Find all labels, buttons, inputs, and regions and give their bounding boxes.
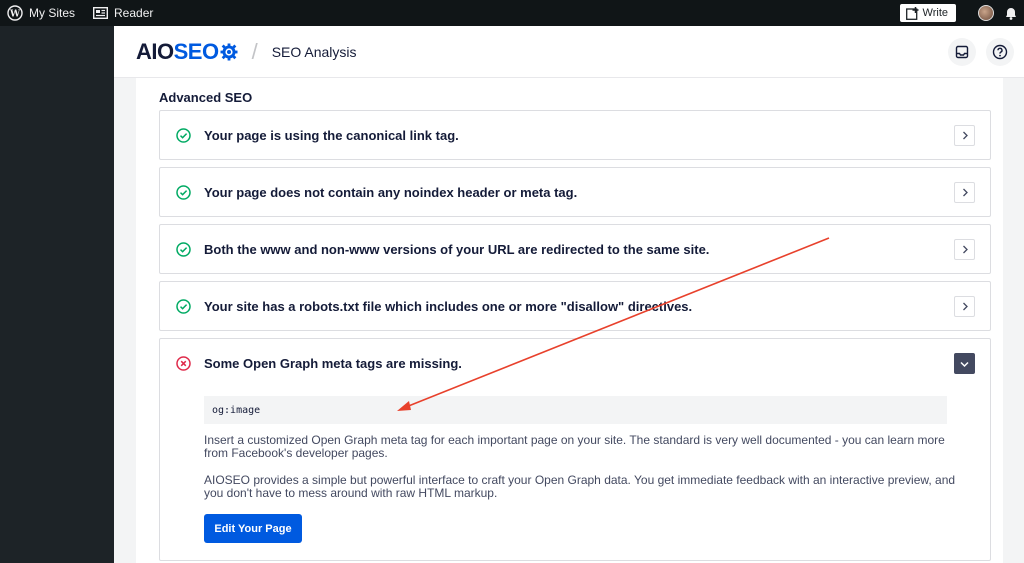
reader-icon [93,7,109,19]
bell-icon[interactable] [1004,6,1018,20]
analysis-panel: Advanced SEO Your page is using the cano… [136,78,1003,563]
check-item-expanded[interactable]: Some Open Graph meta tags are missing. o… [159,338,991,561]
admin-sidebar [0,26,114,563]
section-title: Advanced SEO [159,90,253,105]
wordpress-icon: W [7,5,23,21]
check-item[interactable]: Both the www and non-www versions of you… [159,224,991,274]
check-item[interactable]: Your site has a robots.txt file which in… [159,281,991,331]
chevron-right-icon [961,302,969,311]
chevron-right-icon [961,188,969,197]
help-button[interactable] [986,37,1014,66]
svg-text:W: W [9,10,21,20]
check-message: Both the www and non-www versions of you… [204,242,710,257]
check-item[interactable]: Your page is using the canonical link ta… [159,110,991,160]
edit-your-page-button[interactable]: Edit Your Page [204,514,302,543]
write-button[interactable]: Write [899,4,956,22]
chevron-right-icon [961,131,969,140]
page-title: SEO Analysis [271,43,357,60]
aioseo-header: AIO SEO / SEO Analysis [114,26,1024,78]
expand-button[interactable] [954,125,975,146]
expand-button[interactable] [954,239,975,260]
check-circle-icon [176,185,191,200]
help-icon [992,44,1008,60]
check-item[interactable]: Your page does not contain any noindex h… [159,167,991,217]
expand-button[interactable] [954,296,975,317]
check-circle-icon [176,128,191,143]
avatar[interactable] [978,5,994,21]
write-icon [905,6,919,20]
chevron-right-icon [961,245,969,254]
check-circle-icon [176,299,191,314]
description-paragraph: Insert a customized Open Graph meta tag … [204,433,945,460]
check-message: Some Open Graph meta tags are missing. [204,356,462,371]
breadcrumb-separator: / [251,38,258,64]
my-sites-link[interactable]: W My Sites [0,0,82,26]
write-label: Write [922,7,948,19]
admin-bar: W My Sites Reader Write [0,0,1024,26]
expand-button[interactable] [954,182,975,203]
gear-logo-icon [220,43,238,61]
check-circle-icon [176,242,191,257]
check-message: Your page is using the canonical link ta… [204,128,459,143]
check-message: Your page does not contain any noindex h… [204,185,578,200]
check-message: Your site has a robots.txt file which in… [204,299,693,314]
reader-label: Reader [114,6,154,20]
my-sites-label: My Sites [29,6,76,20]
notifications-button[interactable] [948,37,976,66]
inbox-icon [955,45,969,59]
collapse-button[interactable] [954,353,975,374]
main-area: AIO SEO / SEO Analysis Advanced SEO Your… [114,26,1024,563]
description-paragraph: AIOSEO provides a simple but powerful in… [204,473,956,500]
chevron-down-icon [960,360,969,368]
missing-tag-code: og:image [204,396,947,424]
error-circle-icon [176,356,191,371]
reader-link[interactable]: Reader [86,0,160,26]
aioseo-logo[interactable]: AIO SEO [136,39,238,65]
